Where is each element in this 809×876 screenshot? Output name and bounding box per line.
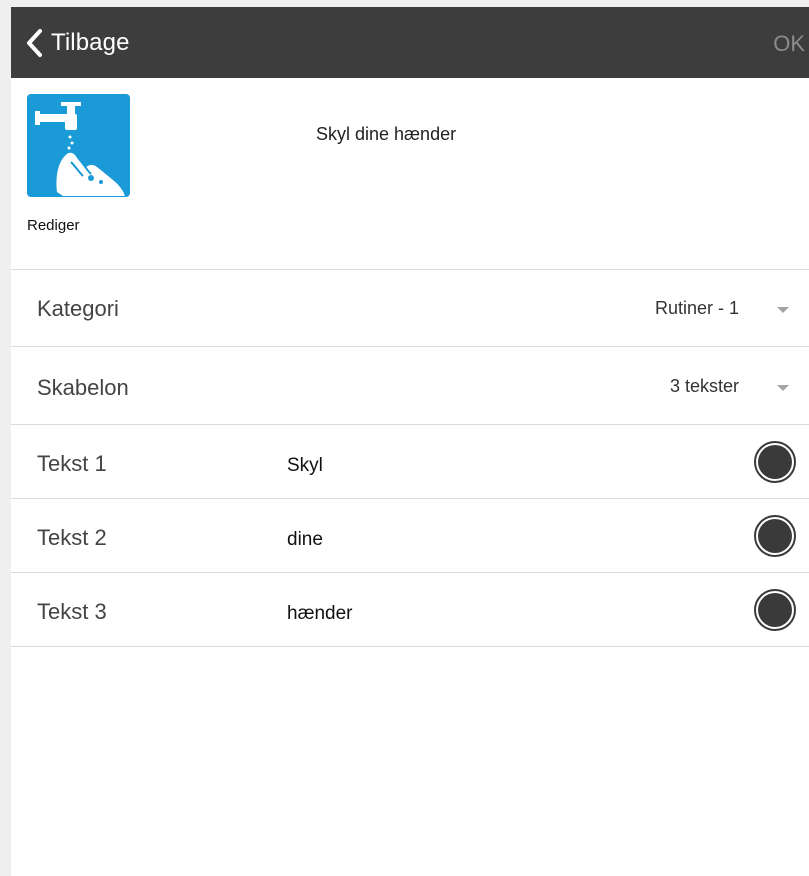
activity-title: Skyl dine hænder [316, 124, 457, 144]
edit-pictogram-link[interactable]: Rediger [27, 217, 80, 234]
chevron-left-icon [25, 28, 43, 58]
app-window: Tilbage OK Rediger Skyl dine hænder Kate… [11, 7, 809, 876]
text-row-3: Tekst 3 hænder [11, 573, 809, 646]
back-button[interactable]: Tilbage [25, 24, 130, 62]
text-row-1: Tekst 1 Skyl [11, 425, 809, 498]
back-label: Tilbage [51, 29, 130, 56]
text-value-field[interactable]: hænder [287, 603, 353, 625]
text-value-field[interactable]: Skyl [287, 455, 323, 477]
text-color-picker-icon[interactable] [753, 440, 797, 484]
category-label: Kategori [37, 296, 119, 321]
text-color-picker-icon[interactable] [753, 514, 797, 558]
template-value: 3 tekster [669, 376, 739, 396]
template-row[interactable]: Skabelon 3 tekster [11, 347, 809, 424]
template-label: Skabelon [37, 375, 129, 400]
category-row[interactable]: Kategori Rutiner - 1 [11, 270, 809, 346]
wash-hands-icon[interactable] [27, 94, 130, 197]
dropdown-caret-icon [777, 307, 789, 313]
dropdown-caret-icon [777, 385, 789, 391]
ok-button[interactable]: OK [773, 31, 805, 57]
text-value-field[interactable]: dine [287, 529, 323, 551]
navigation-bar: Tilbage OK [11, 7, 809, 78]
text-label: Tekst 3 [37, 599, 107, 624]
text-label: Tekst 2 [37, 525, 107, 550]
text-label: Tekst 1 [37, 451, 107, 476]
activity-header: Rediger Skyl dine hænder [11, 78, 809, 270]
category-value: Rutiner - 1 [654, 298, 739, 318]
divider [11, 646, 809, 647]
text-color-picker-icon[interactable] [753, 588, 797, 632]
text-row-2: Tekst 2 dine [11, 499, 809, 572]
